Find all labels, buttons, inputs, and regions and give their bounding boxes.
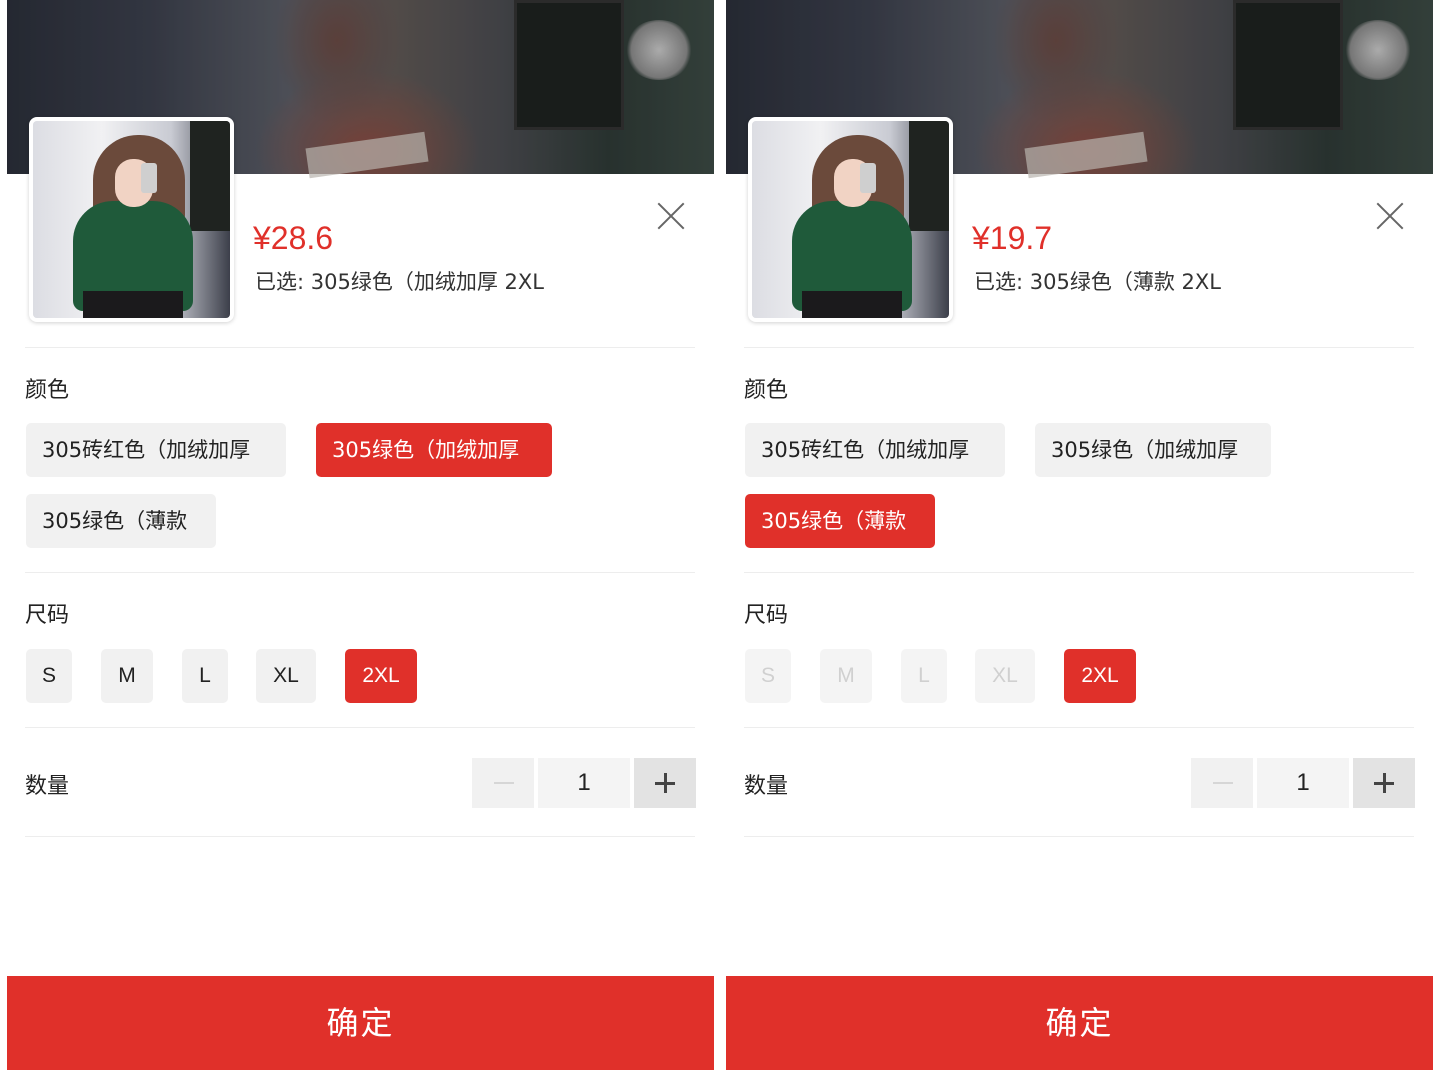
color-section-title: 颜色 (744, 378, 789, 403)
size-option-m[interactable]: M (101, 649, 153, 703)
size-section-title: 尺码 (25, 603, 70, 628)
divider (25, 572, 695, 573)
selected-summary: 已选: 305绿色（薄款 2XL (974, 270, 1221, 294)
size-option-l: L (901, 649, 947, 703)
divider (744, 836, 1414, 837)
divider (744, 727, 1414, 728)
size-option-s: S (745, 649, 791, 703)
quantity-value[interactable]: 1 (538, 758, 630, 808)
size-option-l[interactable]: L (182, 649, 228, 703)
color-option-green-thin[interactable]: 305绿色（薄款 (26, 494, 216, 548)
color-option-green-thin[interactable]: 305绿色（薄款 (745, 494, 935, 548)
confirm-button[interactable]: 确定 (726, 976, 1433, 1070)
divider (744, 572, 1414, 573)
quantity-label: 数量 (744, 774, 789, 799)
divider (744, 347, 1414, 348)
quantity-decrement-button[interactable] (1191, 758, 1253, 808)
size-option-m: M (820, 649, 872, 703)
close-icon[interactable] (1374, 200, 1406, 232)
color-option-green-fleece[interactable]: 305绿色（加绒加厚 (1035, 423, 1271, 477)
color-option-brick-red-fleece[interactable]: 305砖红色（加绒加厚 (745, 423, 1005, 477)
quantity-stepper: 1 (472, 758, 696, 808)
price: ¥19.7 (972, 220, 1053, 256)
divider (25, 836, 695, 837)
color-section-title: 颜色 (25, 378, 70, 403)
divider (25, 727, 695, 728)
quantity-decrement-button[interactable] (472, 758, 534, 808)
size-option-2xl[interactable]: 2XL (1064, 649, 1136, 703)
quantity-increment-button[interactable] (1353, 758, 1415, 808)
sku-selector-panel-right: ¥19.7 已选: 305绿色（薄款 2XL 颜色 305砖红色（加绒加厚 30… (726, 0, 1433, 1074)
product-thumbnail (29, 117, 234, 322)
size-option-2xl[interactable]: 2XL (345, 649, 417, 703)
quantity-stepper: 1 (1191, 758, 1415, 808)
size-option-xl: XL (975, 649, 1035, 703)
size-section-title: 尺码 (744, 603, 789, 628)
confirm-button[interactable]: 确定 (7, 976, 714, 1070)
quantity-value[interactable]: 1 (1257, 758, 1349, 808)
size-option-xl[interactable]: XL (256, 649, 316, 703)
divider (25, 347, 695, 348)
price: ¥28.6 (253, 220, 334, 256)
sku-selector-panel-left: ¥28.6 已选: 305绿色（加绒加厚 2XL 颜色 305砖红色（加绒加厚 … (7, 0, 714, 1074)
color-option-brick-red-fleece[interactable]: 305砖红色（加绒加厚 (26, 423, 286, 477)
size-option-s[interactable]: S (26, 649, 72, 703)
quantity-label: 数量 (25, 774, 70, 799)
selected-summary: 已选: 305绿色（加绒加厚 2XL (255, 270, 544, 294)
product-thumbnail (748, 117, 953, 322)
color-option-green-fleece[interactable]: 305绿色（加绒加厚 (316, 423, 552, 477)
quantity-increment-button[interactable] (634, 758, 696, 808)
close-icon[interactable] (655, 200, 687, 232)
